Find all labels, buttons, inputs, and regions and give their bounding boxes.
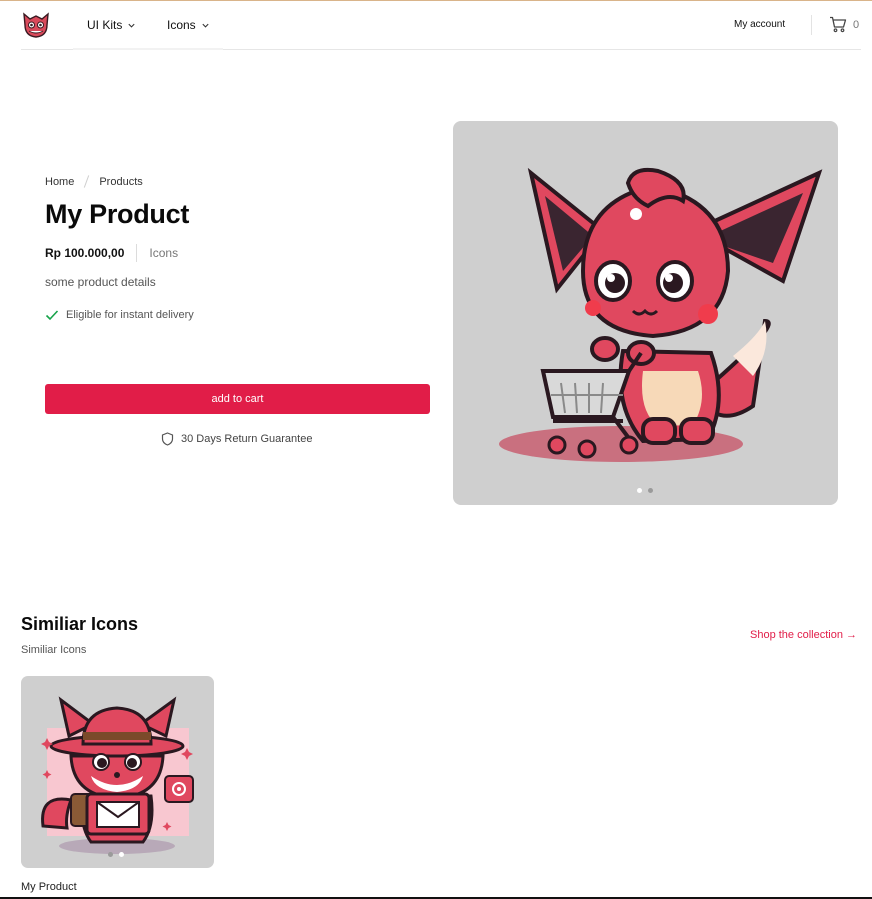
cart-button[interactable]: 0 — [829, 16, 859, 33]
add-to-cart-button[interactable]: add to cart — [45, 384, 430, 414]
chevron-down-icon — [128, 23, 135, 28]
delivery-note: Eligible for instant delivery — [45, 309, 194, 321]
nav-divider — [73, 48, 223, 50]
fox-with-mail-illustration — [41, 696, 194, 854]
site-header: UI Kits Icons My account 0 — [21, 1, 861, 50]
cart-icon — [830, 16, 847, 33]
check-icon — [45, 310, 59, 321]
header-divider — [811, 15, 812, 35]
similar-section-title: Similiar Icons — [21, 614, 139, 634]
carousel-dot-1[interactable] — [637, 488, 642, 493]
product-image-carousel[interactable] — [453, 121, 838, 505]
card-carousel-dots — [108, 852, 124, 857]
my-account-link[interactable]: My account — [734, 19, 785, 30]
breadcrumb-products[interactable]: Products — [99, 176, 142, 188]
similar-product-name[interactable]: My Product — [21, 881, 77, 893]
price-row: Rp 100.000,00 Icons — [45, 244, 178, 262]
return-guarantee: 30 Days Return Guarantee — [161, 432, 312, 446]
carousel-dots — [637, 488, 653, 493]
price-separator — [136, 244, 138, 262]
similar-product-card[interactable] — [21, 676, 214, 868]
nav-ui-kits[interactable]: UI Kits — [87, 18, 136, 32]
delivery-label: Eligible for instant delivery — [66, 309, 194, 321]
breadcrumb-separator — [84, 175, 90, 188]
card-carousel-dot-1[interactable] — [108, 852, 113, 857]
nav-ui-kits-label: UI Kits — [87, 18, 123, 32]
shield-icon — [161, 432, 174, 446]
cart-count: 0 — [853, 18, 860, 31]
product-price: Rp 100.000,00 — [45, 246, 125, 260]
breadcrumb: Home Products — [45, 175, 143, 188]
similar-section-subtitle: Similiar Icons — [21, 644, 87, 656]
product-category: Icons — [149, 246, 179, 260]
nav-icons[interactable]: Icons — [167, 18, 210, 32]
carousel-dot-2[interactable] — [648, 488, 653, 493]
card-carousel-dot-2[interactable] — [119, 852, 124, 857]
shop-collection-link[interactable]: Shop the collection → — [750, 629, 857, 641]
chevron-down-icon — [202, 23, 209, 28]
product-details: some product details — [45, 275, 156, 289]
fox-logo-icon[interactable] — [21, 10, 51, 40]
fox-with-shopping-cart-illustration — [499, 167, 823, 462]
breadcrumb-home[interactable]: Home — [45, 176, 74, 188]
product-title: My Product — [45, 199, 190, 229]
guarantee-label: 30 Days Return Guarantee — [181, 433, 313, 445]
nav-icons-label: Icons — [167, 18, 196, 32]
